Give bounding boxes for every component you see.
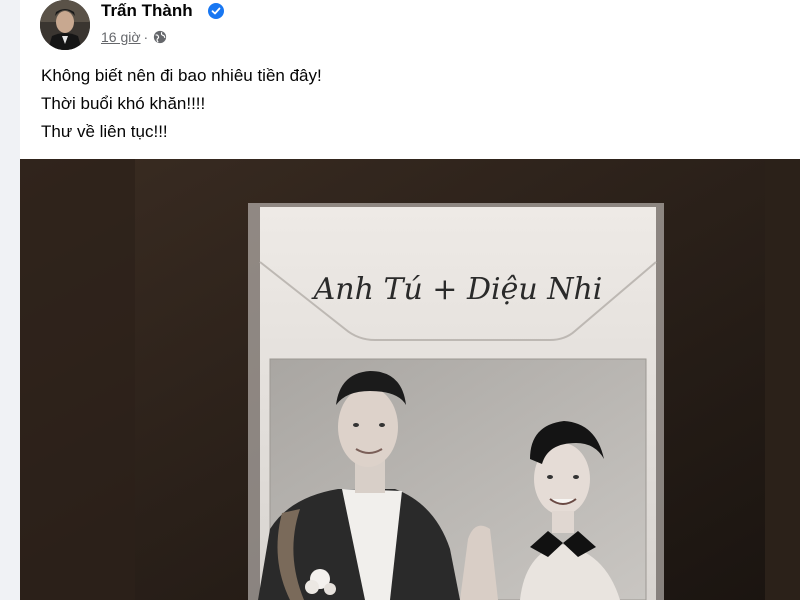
post-timestamp[interactable]: 16 giờ: [101, 29, 141, 45]
post-meta: 16 giờ ·: [101, 28, 167, 46]
author-name[interactable]: Trấn Thành: [101, 0, 193, 22]
post-text-line: Không biết nên đi bao nhiêu tiền đây!: [41, 66, 322, 85]
globe-icon[interactable]: [153, 30, 167, 44]
post-text-line: Thời buổi khó khăn!!!!: [41, 94, 206, 113]
facebook-post: Trấn Thành 16 giờ · Không biết nên đi ba…: [20, 0, 800, 600]
wedding-envelope-photo: Anh Tú + Diệu Nhi: [20, 159, 800, 600]
post-text-line: Thư về liên tục!!!: [41, 122, 168, 141]
page-background-strip: [0, 0, 20, 600]
meta-separator: ·: [143, 29, 149, 45]
post-text: Không biết nên đi bao nhiêu tiền đây! Th…: [41, 62, 322, 146]
avatar-photo: [40, 0, 90, 50]
verified-badge-icon: [208, 3, 224, 19]
post-photo[interactable]: Anh Tú + Diệu Nhi: [20, 159, 800, 600]
envelope-signature: Anh Tú + Diệu Nhi: [311, 272, 603, 307]
avatar[interactable]: [40, 0, 90, 50]
